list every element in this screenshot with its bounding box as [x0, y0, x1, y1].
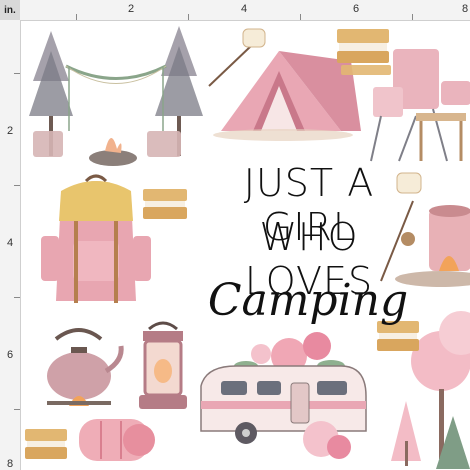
ruler-number: 8	[7, 458, 14, 470]
ruler-tick	[14, 297, 20, 298]
ruler-number: 4	[7, 237, 14, 249]
ruler-tick	[14, 409, 20, 410]
ruler-tick	[76, 14, 77, 20]
camper-trailer	[200, 332, 367, 459]
ruler-number: 4	[241, 3, 248, 15]
ruler-unit-label: in.	[0, 0, 20, 20]
fabric-design-canvas[interactable]: JUST A GIRL WHO LOVES Camping	[21, 21, 470, 470]
backpack	[41, 174, 151, 303]
smores	[337, 29, 391, 75]
ruler-tick	[412, 14, 413, 20]
ruler-tick	[300, 14, 301, 20]
horizontal-ruler: 2 4 6 8	[20, 0, 470, 21]
ruler-number: 2	[7, 125, 14, 137]
marshmallow-stick	[208, 28, 266, 87]
forest-swing-scene	[29, 26, 203, 166]
ruler-tick	[188, 14, 189, 20]
smores	[25, 429, 67, 459]
tent	[213, 51, 361, 141]
kettle	[47, 328, 124, 406]
ruler-tick	[14, 185, 20, 186]
sleeping-bag	[79, 419, 155, 461]
vertical-ruler: 2 4 6 8	[0, 20, 21, 470]
design-title-script: Camping	[207, 275, 409, 326]
ruler-number: 6	[353, 3, 360, 15]
ruler-number: 2	[128, 3, 135, 15]
ruler-number: 8	[462, 3, 469, 15]
lantern	[139, 321, 187, 409]
ruler-tick	[14, 73, 20, 74]
smores	[143, 189, 187, 219]
ruler-number: 6	[7, 349, 14, 361]
